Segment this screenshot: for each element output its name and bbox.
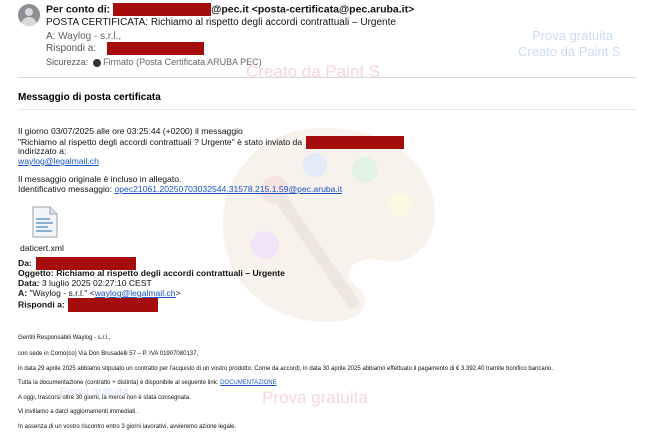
original-to-link[interactable]: waylog@legalmail.ch (95, 288, 176, 298)
security-value: Firmato (Posta Certificata ARUBA PEC) (103, 57, 262, 67)
watermark-prova-bottom-left: Prova gratuita (60, 386, 129, 398)
reply-line: Rispondi a: (46, 42, 204, 55)
header-separator (18, 77, 636, 78)
original-date-label: Data: (18, 278, 40, 288)
message-id-link[interactable]: opec21061.20250703032544.31578.215.1.59@… (115, 184, 343, 194)
letter-greeting: Gentili Responsabili Waylog - s.r.l., (18, 335, 111, 341)
title-separator (18, 109, 636, 110)
signed-badge-icon (92, 58, 101, 67)
recipient-link-text[interactable]: waylog@legalmail.ch (18, 156, 99, 166)
original-reply-line: Rispondi a: (18, 298, 159, 312)
message-title: Messaggio di posta certificata (18, 92, 161, 103)
redacted-sender-name (113, 3, 212, 16)
delivery-line-2: "Richiamo al rispetto degli accordi cont… (18, 136, 404, 149)
original-subject-label: Oggetto: (18, 268, 54, 278)
reply-label: Rispondi a: (46, 43, 97, 55)
delivery-line-3: indirizzato a: (18, 146, 67, 156)
xml-file-icon[interactable] (32, 206, 58, 238)
to-value[interactable]: Waylog - s.r.l., (58, 31, 121, 42)
sender-avatar (18, 4, 40, 26)
original-to-label: A: (18, 288, 28, 298)
security-line: Sicurezza: Firmato (Posta Certificata AR… (46, 57, 262, 67)
original-reply-label: Rispondi a: (18, 299, 65, 310)
to-line: A: Waylog - s.r.l., (46, 31, 121, 42)
original-to-end: > (175, 288, 181, 298)
watermark-prova-top: Prova gratuita (532, 28, 613, 43)
redacted-sender-in-body (305, 136, 404, 149)
original-to-value: "Waylog - s.r.l." < (29, 288, 95, 298)
original-date-line: Data: 3 luglio 2025 02:27:10 CEST (18, 278, 152, 288)
security-label: Sicurezza: (46, 57, 89, 67)
palette-watermark (222, 128, 436, 323)
original-to-line: A: "Waylog - s.r.l." <waylog@legalmail.c… (18, 288, 181, 298)
avatar-body-shape (21, 17, 37, 26)
letter-company-info: con sede in Como(co) Via Don Brusadelli … (18, 351, 199, 357)
letter-documentation-line: Tutta la documentazione (contratto + dis… (18, 380, 277, 386)
message-id-label: Identificativo messaggio: (18, 184, 113, 194)
attachment-name[interactable]: daticert.xml (20, 243, 64, 253)
sender-address: <posta-certificata@pec.aruba.it> (251, 3, 415, 16)
to-label: A: (46, 31, 56, 42)
original-subject-value: Richiamo al rispetto degli accordi contr… (56, 268, 285, 278)
avatar-head-shape (25, 8, 33, 16)
documentation-link[interactable]: DOCUMENTAZIONE (220, 380, 277, 386)
original-subject-line: Oggetto: Richiamo al rispetto degli acco… (18, 268, 285, 278)
original-from-label: Da: (18, 257, 32, 268)
original-date-value: 3 luglio 2025 02:27:10 CEST (41, 278, 152, 288)
letter-request-line: Vi invitiamo a darci aggiornamenti immed… (18, 409, 139, 415)
watermark-creato-top: Creato da Paint S (518, 44, 621, 59)
subject-line: POSTA CERTIFICATA: Richiamo al rispetto … (46, 17, 396, 28)
sender-domain: @pec.it (211, 3, 249, 16)
redacted-reply-to (106, 42, 204, 55)
redacted-original-reply (68, 298, 159, 312)
letter-contract-paragraph: in data 29 aprile 2025 abbiamo stipulato… (18, 366, 554, 372)
watermark-prova-bottom-center: Prova gratuita (262, 388, 368, 407)
sender-prefix: Per conto di: (46, 3, 111, 16)
original-included-line: Il messaggio originale è incluso in alle… (18, 174, 182, 184)
recipient-link[interactable]: waylog@legalmail.ch (18, 156, 99, 166)
delivery-line-1: Il giorno 03/07/2025 alle ore 03:25:44 (… (18, 126, 243, 136)
message-id-line: Identificativo messaggio: opec21061.2025… (18, 184, 342, 194)
letter-legal-warning: In assenza di un vostro riscontro entro … (18, 424, 237, 430)
sender-line: Per conto di: @pec.it <posta-certificata… (46, 3, 414, 16)
watermark-creato-center: Creato da Paint S (246, 62, 381, 81)
